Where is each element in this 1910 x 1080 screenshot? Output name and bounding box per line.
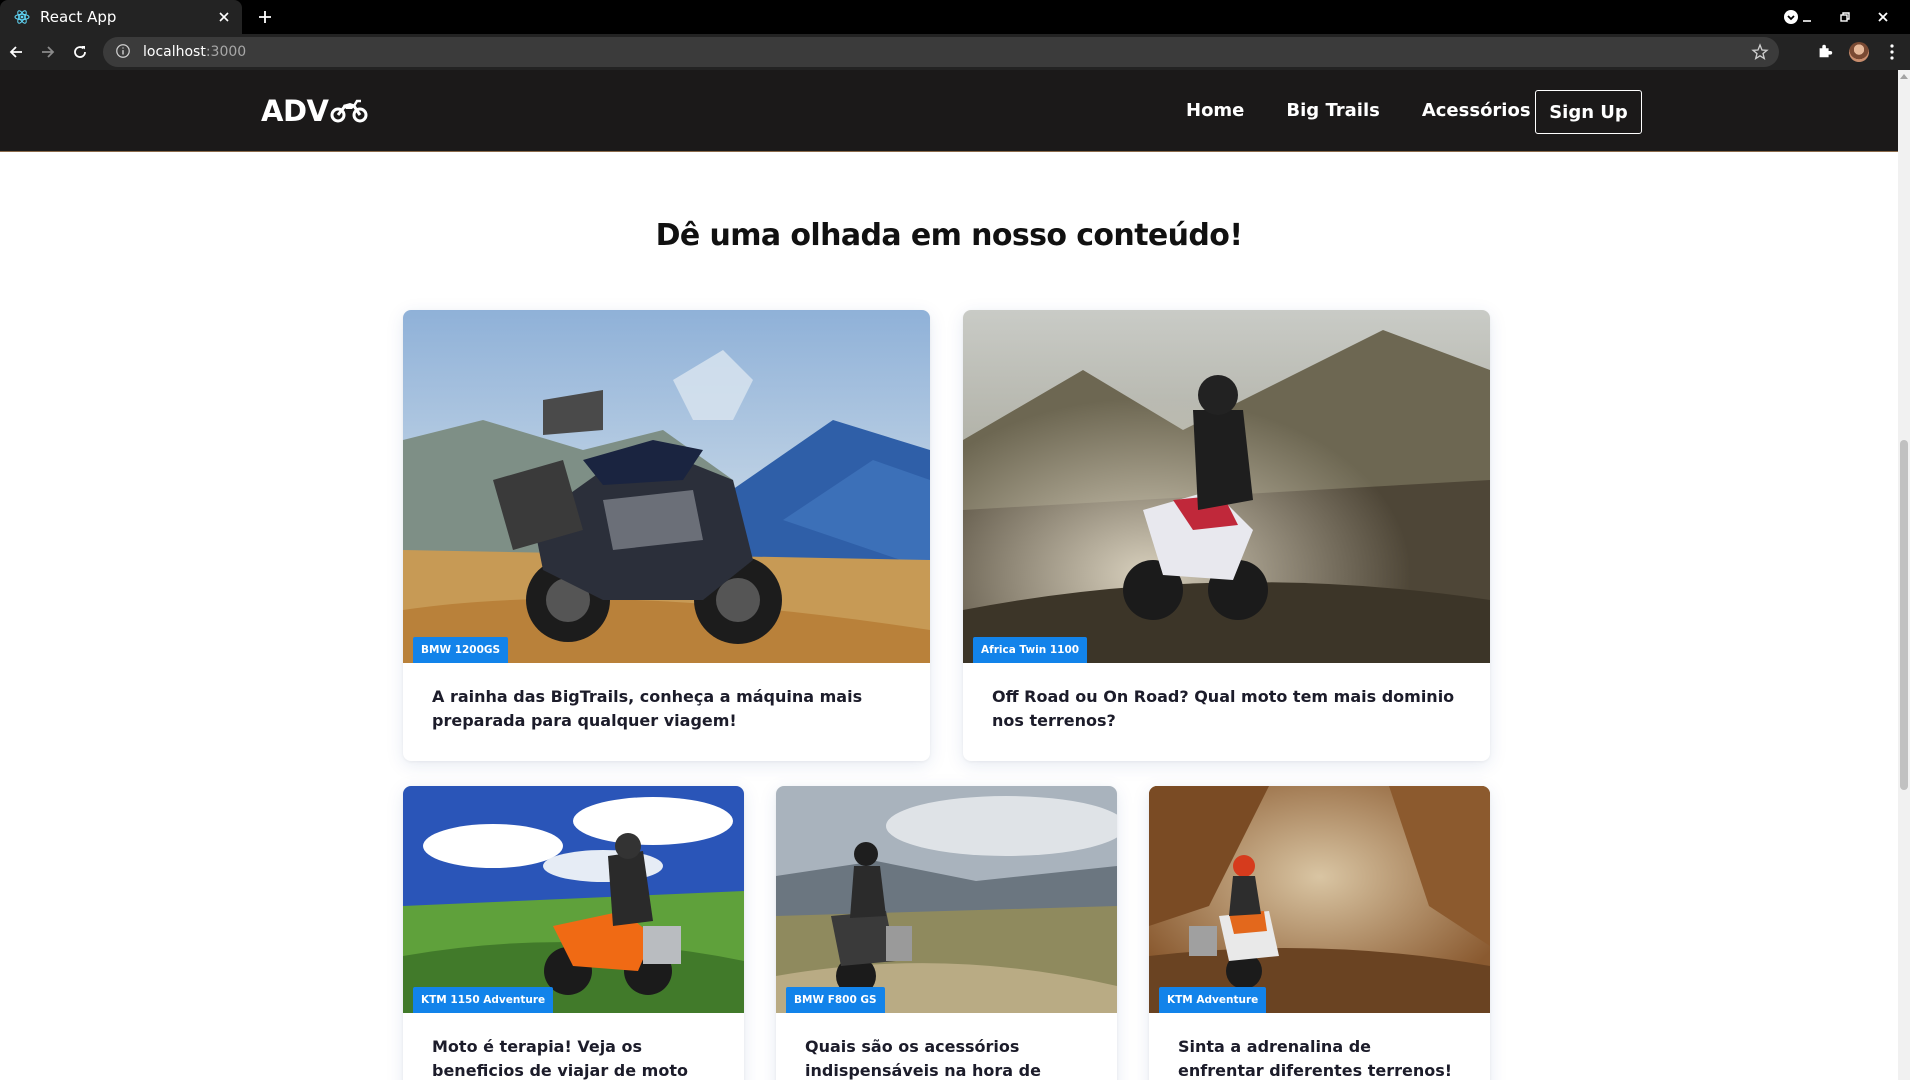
nav-home[interactable]: Home (1186, 100, 1244, 121)
card-image-africa-twin: Africa Twin 1100 (963, 310, 1490, 663)
content-card[interactable]: KTM 1150 Adventure Moto é terapia! Veja … (403, 786, 744, 1080)
card-title: Moto é terapia! Veja os beneficios de vi… (432, 1037, 688, 1080)
motorcycle-icon (330, 97, 368, 125)
minimize-icon[interactable] (1788, 0, 1826, 34)
signup-button[interactable]: Sign Up (1535, 90, 1642, 134)
card-title: A rainha das BigTrails, conheça a máquin… (432, 687, 863, 730)
browser-tab[interactable]: React App (0, 0, 242, 34)
nav-big-trails[interactable]: Big Trails (1286, 100, 1379, 121)
scroll-up-arrow-icon[interactable] (1900, 74, 1908, 79)
card-badge: KTM 1150 Adventure (413, 987, 554, 1013)
browser-tab-bar: React App (0, 0, 1910, 34)
browser-address-bar: localhost:3000 (0, 34, 1910, 70)
card-image-ktm-1150: KTM 1150 Adventure (403, 786, 744, 1013)
kebab-icon[interactable] (1882, 42, 1902, 62)
section-title: Dê uma olhada em nosso conteúdo! (655, 218, 1243, 253)
card-title: Sinta a adrenalina de enfrentar diferent… (1178, 1037, 1453, 1080)
card-badge: BMW F800 GS (786, 987, 885, 1013)
scroll-thumb[interactable] (1900, 440, 1908, 790)
content-card[interactable]: Africa Twin 1100 Off Road ou On Road? Qu… (963, 310, 1490, 761)
site-header: ADV Home Big Trails Acessórios Sign Up (0, 70, 1898, 152)
card-title: Off Road ou On Road? Qual moto tem mais … (992, 687, 1455, 730)
close-window-icon[interactable] (1864, 0, 1902, 34)
nav-acessorios[interactable]: Acessórios (1422, 100, 1531, 121)
content-card[interactable]: BMW 1200GS A rainha das BigTrails, conhe… (403, 310, 930, 761)
back-icon[interactable] (0, 36, 32, 68)
page-viewport: ADV Home Big Trails Acessórios Sign Up D… (0, 70, 1898, 1080)
content-card[interactable]: BMW F800 GS Quais são os acessórios indi… (776, 786, 1117, 1080)
url-host: localhost (143, 44, 206, 60)
profile-avatar[interactable] (1849, 42, 1869, 62)
tab-title: React App (40, 8, 117, 26)
url-field[interactable]: localhost:3000 (103, 37, 1779, 67)
page-scrollbar[interactable] (1898, 70, 1910, 1080)
new-tab-plus-icon[interactable] (254, 6, 276, 28)
close-tab-icon[interactable] (214, 7, 234, 27)
url-port: :3000 (205, 44, 247, 60)
card-title: Quais são os acessórios indispensáveis n… (805, 1037, 1041, 1080)
card-image-bmw-1200gs: BMW 1200GS (403, 310, 930, 663)
star-icon[interactable] (1751, 43, 1769, 61)
forward-icon[interactable] (32, 36, 64, 68)
content-card[interactable]: KTM Adventure Sinta a adrenalina de enfr… (1149, 786, 1490, 1080)
site-logo[interactable]: ADV (261, 94, 368, 128)
puzzle-icon[interactable] (1816, 42, 1836, 62)
card-badge: Africa Twin 1100 (973, 637, 1088, 663)
main-nav: Home Big Trails Acessórios (1186, 100, 1531, 121)
restore-icon[interactable] (1826, 0, 1864, 34)
card-image-bmw-f800gs: BMW F800 GS (776, 786, 1117, 1013)
logo-text: ADV (261, 94, 329, 128)
react-favicon-icon (14, 9, 30, 25)
card-badge: KTM Adventure (1159, 987, 1267, 1013)
card-image-ktm-adventure: KTM Adventure (1149, 786, 1490, 1013)
card-badge: BMW 1200GS (413, 637, 509, 663)
info-icon[interactable] (115, 43, 133, 61)
reload-icon[interactable] (64, 36, 96, 68)
